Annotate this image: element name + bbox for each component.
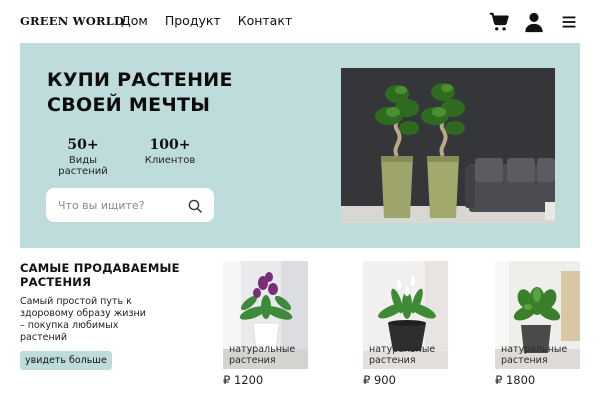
search-box bbox=[46, 188, 214, 222]
best-sellers: САМЫЕ ПРОДАВАЕМЫЕ РАСТЕНИЯ Самый простой… bbox=[20, 261, 200, 370]
logo[interactable]: GREEN WORLD bbox=[20, 14, 124, 28]
product-card[interactable]: натуральные растения ₽ 900 bbox=[363, 261, 448, 387]
stat-label: Клиентов bbox=[144, 155, 196, 166]
search-input[interactable] bbox=[58, 196, 178, 214]
nav-contact[interactable]: Контакт bbox=[238, 13, 292, 28]
nav-home[interactable]: Дом bbox=[121, 13, 148, 28]
best-sellers-text: Самый простой путь к здоровому образу жи… bbox=[20, 296, 146, 343]
menu-icon[interactable] bbox=[558, 11, 580, 33]
stat-clients: 100+ Клиентов bbox=[142, 137, 198, 166]
product-card[interactable]: натуральные растения ₽ 1200 bbox=[223, 261, 308, 387]
stat-plant-types: 50+ Виды растений bbox=[44, 137, 122, 177]
header-actions bbox=[475, 11, 580, 33]
stat-number: 100+ bbox=[149, 137, 191, 153]
see-more-button[interactable]: увидеть больше bbox=[20, 351, 112, 370]
cart-icon[interactable] bbox=[488, 11, 510, 33]
stat-number: 50+ bbox=[67, 137, 99, 153]
hero-title-line-2: СВОЕЙ МЕЧТЫ bbox=[47, 94, 211, 116]
hero-banner: КУПИ РАСТЕНИЕ СВОЕЙ МЕЧТЫ 50+ Виды расте… bbox=[20, 43, 580, 248]
product-tag: натуральные растения bbox=[501, 344, 568, 366]
nav-product[interactable]: Продукт bbox=[165, 13, 221, 28]
product-price: ₽ 1800 bbox=[495, 373, 536, 387]
product-card[interactable]: натуральные растения ₽ 1800 bbox=[495, 261, 580, 387]
main-nav: Дом Продукт Контакт bbox=[121, 13, 309, 28]
hero-title-line-1: КУПИ РАСТЕНИЕ bbox=[47, 69, 233, 91]
header: GREEN WORLD Дом Продукт Контакт bbox=[0, 0, 600, 44]
product-tag: натуральные растения bbox=[369, 344, 436, 366]
hero-title: КУПИ РАСТЕНИЕ СВОЕЙ МЕЧТЫ bbox=[47, 68, 277, 118]
search-icon[interactable] bbox=[188, 198, 202, 213]
product-image[interactable]: натуральные растения bbox=[495, 261, 580, 369]
stat-label: Виды растений bbox=[58, 155, 108, 177]
user-icon[interactable] bbox=[523, 11, 545, 33]
hero-image bbox=[341, 68, 555, 223]
product-price: ₽ 1200 bbox=[223, 373, 264, 387]
product-tag: натуральные растения bbox=[229, 344, 296, 366]
product-image[interactable]: натуральные растения bbox=[363, 261, 448, 369]
product-price: ₽ 900 bbox=[363, 373, 396, 387]
best-sellers-title: САМЫЕ ПРОДАВАЕМЫЕ РАСТЕНИЯ bbox=[20, 261, 180, 289]
product-image[interactable]: натуральные растения bbox=[223, 261, 308, 369]
